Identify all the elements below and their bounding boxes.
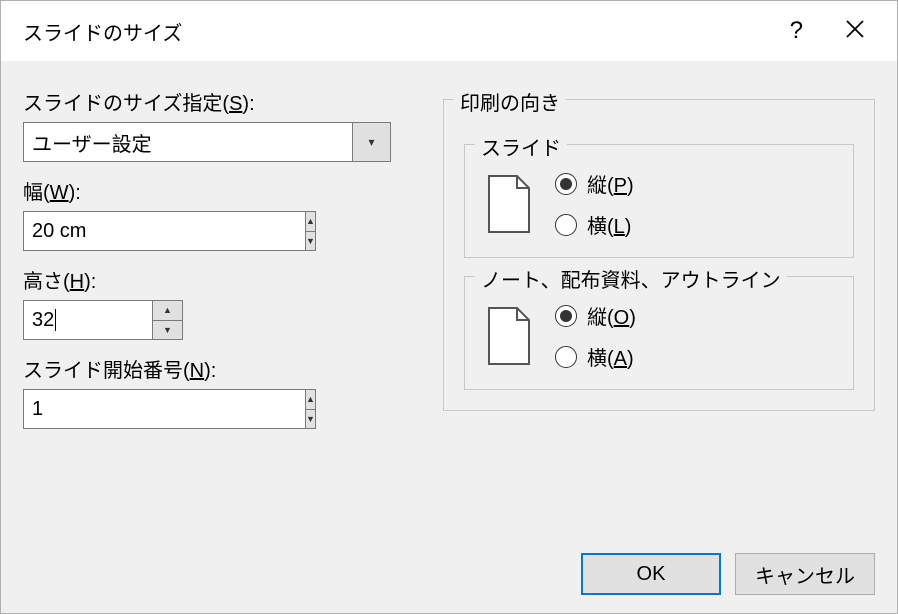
width-label: 幅(W):: [23, 176, 423, 205]
slide-landscape-radio[interactable]: 横(L): [555, 210, 634, 239]
text-caret-icon: [55, 309, 56, 331]
titlebar: スライドのサイズ ?: [1, 1, 897, 61]
height-down-button[interactable]: ▼: [153, 321, 183, 341]
chevron-down-icon: ▾: [368, 135, 374, 149]
slide-size-dropdown-button[interactable]: ▾: [353, 122, 391, 162]
slide-size-dialog: スライドのサイズ ? スライドのサイズ指定(S): ▾ 幅(W): ▲: [0, 0, 898, 614]
width-up-button[interactable]: ▲: [306, 211, 316, 232]
notes-orientation-row: 縦(O) 横(A): [485, 301, 833, 371]
height-up-button[interactable]: ▲: [153, 300, 183, 321]
dialog-title: スライドのサイズ: [23, 17, 790, 46]
width-input[interactable]: [23, 211, 306, 251]
width-down-button[interactable]: ▼: [306, 232, 316, 252]
radio-unchecked-icon: [555, 346, 577, 368]
start-number-input[interactable]: [23, 389, 306, 429]
radio-checked-icon: [555, 305, 577, 327]
height-spinner[interactable]: 32 ▲ ▼: [23, 300, 183, 340]
slide-orientation-radios: 縦(P) 横(L): [555, 169, 634, 239]
ok-button[interactable]: OK: [581, 553, 721, 595]
dialog-content: スライドのサイズ指定(S): ▾ 幅(W): ▲ ▼ 高さ(H):: [1, 61, 897, 429]
dialog-buttons: OK キャンセル: [581, 553, 875, 595]
titlebar-actions: ?: [790, 19, 865, 44]
start-number-down-button[interactable]: ▼: [306, 410, 316, 430]
page-portrait-icon: [485, 306, 535, 366]
page-portrait-icon: [485, 174, 535, 234]
radio-unchecked-icon: [555, 214, 577, 236]
slide-size-input[interactable]: [23, 122, 353, 162]
slide-size-combo[interactable]: ▾: [23, 122, 391, 162]
notes-orientation-title: ノート、配布資料、アウトライン: [475, 264, 787, 293]
start-number-spinner-buttons: ▲ ▼: [306, 389, 316, 429]
slide-orientation-group: スライド 縦(P): [464, 144, 854, 258]
width-spinner-buttons: ▲ ▼: [306, 211, 316, 251]
height-input[interactable]: 32: [23, 300, 153, 340]
start-number-up-button[interactable]: ▲: [306, 389, 316, 410]
height-spinner-buttons: ▲ ▼: [153, 300, 183, 340]
notes-landscape-radio[interactable]: 横(A): [555, 342, 636, 371]
notes-orientation-group: ノート、配布資料、アウトライン 縦(O): [464, 276, 854, 390]
notes-orientation-radios: 縦(O) 横(A): [555, 301, 636, 371]
right-column: 印刷の向き スライド 縦(P): [443, 87, 875, 429]
start-number-spinner[interactable]: ▲ ▼: [23, 389, 143, 429]
height-label: 高さ(H):: [23, 265, 423, 294]
slide-portrait-radio[interactable]: 縦(P): [555, 169, 634, 198]
left-column: スライドのサイズ指定(S): ▾ 幅(W): ▲ ▼ 高さ(H):: [23, 87, 423, 429]
slide-orientation-title: スライド: [475, 132, 567, 161]
slide-orientation-row: 縦(P) 横(L): [485, 169, 833, 239]
width-spinner[interactable]: ▲ ▼: [23, 211, 183, 251]
start-number-label: スライド開始番号(N):: [23, 354, 423, 383]
close-button[interactable]: [845, 19, 865, 44]
slide-size-label: スライドのサイズ指定(S):: [23, 87, 423, 116]
cancel-button[interactable]: キャンセル: [735, 553, 875, 595]
radio-checked-icon: [555, 173, 577, 195]
orientation-group-title: 印刷の向き: [454, 87, 566, 116]
notes-portrait-radio[interactable]: 縦(O): [555, 301, 636, 330]
help-button[interactable]: ?: [790, 19, 803, 43]
orientation-group: 印刷の向き スライド 縦(P): [443, 99, 875, 411]
